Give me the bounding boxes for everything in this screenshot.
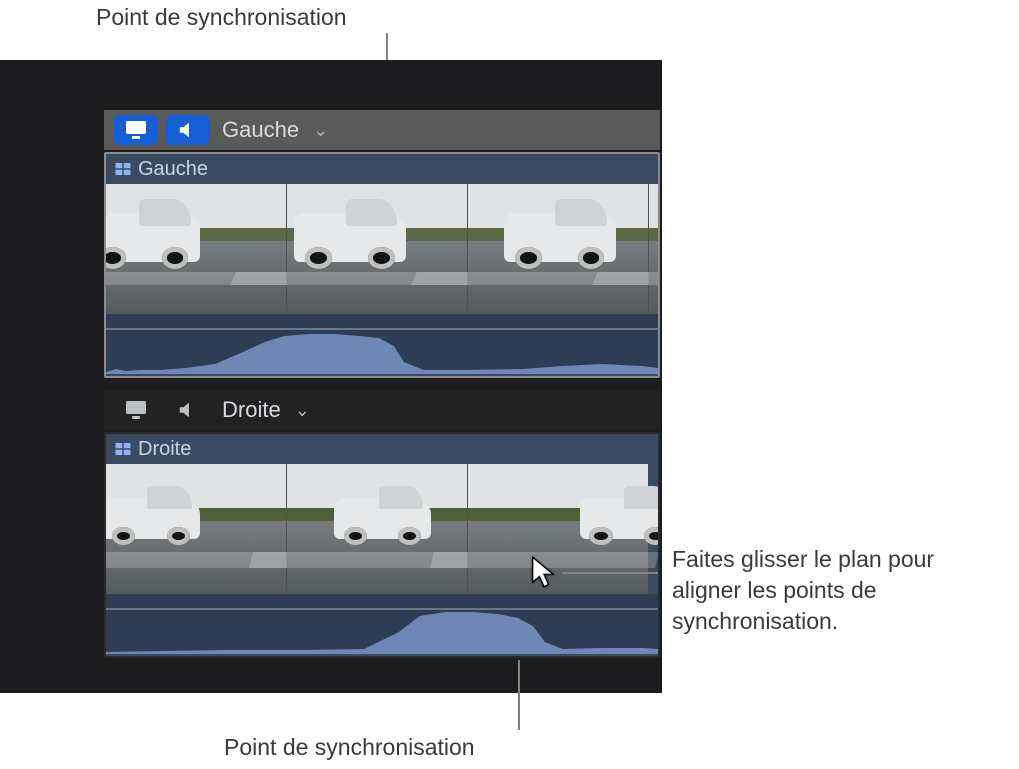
clip-filmstrip[interactable]	[106, 184, 658, 314]
audio-waveform[interactable]	[106, 314, 658, 374]
thumbnail	[468, 464, 648, 594]
angle-header-gauche[interactable]: Gauche ⌄	[104, 110, 660, 150]
leader-line-bottom	[518, 660, 520, 730]
chevron-down-icon[interactable]: ⌄	[295, 400, 310, 421]
clip-gauche[interactable]: Gauche	[104, 152, 660, 378]
angle-row-gauche: Gauche ⌄ Gauche	[104, 110, 660, 382]
clip-name-label: Gauche	[138, 158, 208, 181]
angle-name-label: Droite	[222, 397, 281, 423]
clip-filmstrip[interactable]	[106, 464, 658, 594]
clip-name-label: Droite	[138, 438, 191, 461]
waveform-shape	[106, 314, 658, 374]
clip-title-bar: Gauche	[106, 154, 658, 184]
leader-line-side	[562, 572, 658, 574]
video-monitor-icon[interactable]	[114, 115, 158, 145]
audio-speaker-icon[interactable]	[166, 395, 210, 425]
audio-speaker-icon[interactable]	[166, 115, 210, 145]
thumbnail	[106, 184, 287, 314]
monitor-icon	[124, 398, 148, 422]
multicam-clip-icon	[114, 440, 132, 458]
thumbnail	[287, 464, 468, 594]
thumbnail	[468, 184, 649, 314]
speaker-icon	[177, 119, 199, 141]
thumbnail	[106, 464, 287, 594]
multicam-clip-icon	[114, 160, 132, 178]
speaker-icon	[177, 399, 199, 421]
thumbnail	[649, 184, 658, 314]
angle-name-label: Gauche	[222, 117, 299, 143]
angle-row-droite: Droite ⌄ Droite	[104, 390, 660, 662]
clip-title-bar: Droite	[106, 434, 658, 464]
annotation-sync-point-bottom: Point de synchronisation	[224, 732, 475, 763]
annotation-sync-point-top: Point de synchronisation	[96, 2, 347, 33]
chevron-down-icon[interactable]: ⌄	[313, 120, 328, 141]
angle-editor-panel: Gauche ⌄ Gauche	[0, 60, 662, 693]
waveform-shape	[106, 594, 658, 654]
video-monitor-icon[interactable]	[114, 395, 158, 425]
angle-header-droite[interactable]: Droite ⌄	[104, 390, 660, 430]
figure-root: Point de synchronisation Gauche ⌄ Gauche	[0, 0, 1019, 769]
thumbnail	[287, 184, 468, 314]
annotation-drag-instruction: Faites glisser le plan pour aligner les …	[672, 544, 982, 637]
clip-droite[interactable]: Droite	[104, 432, 660, 658]
monitor-icon	[124, 118, 148, 142]
audio-waveform[interactable]	[106, 594, 658, 654]
